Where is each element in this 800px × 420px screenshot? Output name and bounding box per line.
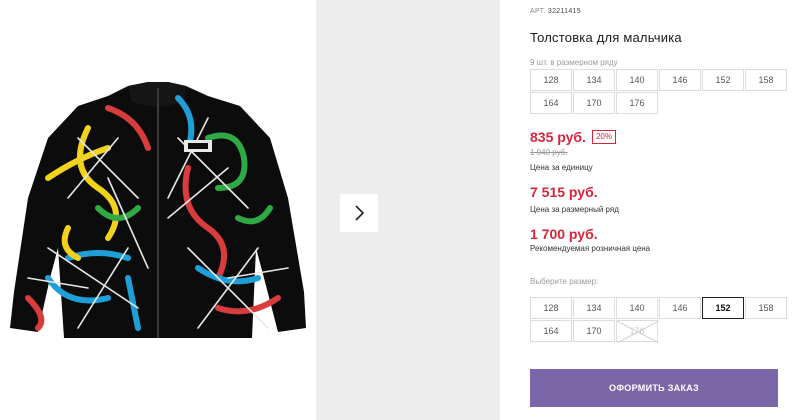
jacket-image bbox=[10, 82, 306, 338]
article-value: 32211415 bbox=[547, 8, 581, 15]
product-gallery bbox=[0, 0, 500, 420]
size-option-selected[interactable]: 152 bbox=[702, 297, 744, 319]
set-price-caption: Цена за размерный ряд bbox=[530, 205, 619, 214]
size-picker: 128 134 140 146 152 158 164 170 176 bbox=[530, 297, 787, 343]
size-option[interactable]: 128 bbox=[530, 297, 572, 319]
size-picker-label: Выберите размер: bbox=[530, 277, 599, 286]
product-photo[interactable] bbox=[0, 0, 316, 420]
pack-size: 164 bbox=[530, 92, 572, 114]
pack-size-grid: 128 134 140 146 152 158 164 170 176 bbox=[530, 69, 787, 114]
pack-size: 158 bbox=[745, 69, 787, 91]
pack-note: 9 шт. в размерном ряду bbox=[530, 58, 618, 67]
next-image-button[interactable] bbox=[340, 194, 378, 232]
pack-size: 128 bbox=[530, 69, 572, 91]
set-price: 7 515 руб. bbox=[530, 184, 598, 200]
size-option[interactable]: 158 bbox=[745, 297, 787, 319]
old-price: 1 040 руб. bbox=[530, 148, 568, 157]
chevron-right-icon bbox=[355, 205, 365, 221]
product-title: Толстовка для мальчика bbox=[530, 30, 682, 45]
size-option[interactable]: 134 bbox=[573, 297, 615, 319]
pack-size: 152 bbox=[702, 69, 744, 91]
retail-price: 1 700 руб. bbox=[530, 226, 598, 242]
place-order-button[interactable]: ОФОРМИТЬ ЗАКАЗ bbox=[530, 369, 778, 407]
product-info: АРТ. 32211415 Толстовка для мальчика 9 ш… bbox=[530, 0, 790, 420]
discount-badge: 20% bbox=[591, 130, 616, 144]
size-option[interactable]: 146 bbox=[659, 297, 701, 319]
pack-size: 170 bbox=[573, 92, 615, 114]
price-row: 835 руб. 20% bbox=[530, 129, 616, 145]
unit-price: 835 руб. bbox=[530, 129, 586, 145]
unavailable-cross-icon bbox=[617, 321, 659, 343]
retail-price-caption: Рекомендуемая розничная цена bbox=[530, 244, 651, 253]
size-option[interactable]: 170 bbox=[573, 320, 615, 342]
article-label: АРТ. bbox=[530, 8, 546, 15]
article-number: АРТ. 32211415 bbox=[530, 8, 581, 15]
pack-size: 146 bbox=[659, 69, 701, 91]
size-option[interactable]: 140 bbox=[616, 297, 658, 319]
size-option[interactable]: 164 bbox=[530, 320, 572, 342]
pack-size: 176 bbox=[616, 92, 658, 114]
pack-size: 134 bbox=[573, 69, 615, 91]
pack-size: 140 bbox=[616, 69, 658, 91]
unit-price-caption: Цена за единицу bbox=[530, 163, 593, 172]
size-option-unavailable: 176 bbox=[616, 320, 659, 343]
